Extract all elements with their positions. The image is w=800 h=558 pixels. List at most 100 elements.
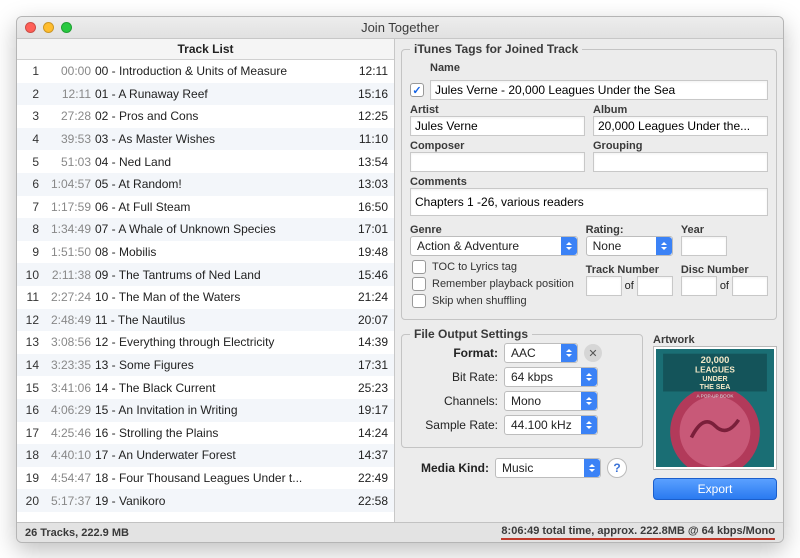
row-index: 17 bbox=[23, 426, 45, 440]
row-start: 4:25:46 bbox=[45, 426, 95, 440]
name-checkbox[interactable] bbox=[410, 83, 424, 97]
format-select[interactable]: AAC bbox=[504, 343, 578, 363]
table-row[interactable]: 102:11:3809 - The Tantrums of Ned Land15… bbox=[17, 263, 394, 286]
table-row[interactable]: 205:17:3719 - Vanikoro22:58 bbox=[17, 489, 394, 512]
tracklist-rows[interactable]: 100:0000 - Introduction & Units of Measu… bbox=[17, 60, 394, 522]
disctotal-field[interactable] bbox=[732, 276, 768, 296]
table-row[interactable]: 100:0000 - Introduction & Units of Measu… bbox=[17, 60, 394, 83]
tracknum-field[interactable] bbox=[586, 276, 622, 296]
chevron-updown-icon bbox=[561, 344, 577, 362]
row-start: 5:17:37 bbox=[45, 494, 95, 508]
clear-button[interactable]: ✕ bbox=[584, 344, 602, 362]
grouping-field[interactable] bbox=[593, 152, 768, 172]
table-row[interactable]: 551:0304 - Ned Land13:54 bbox=[17, 150, 394, 173]
table-row[interactable]: 133:08:5612 - Everything through Electri… bbox=[17, 331, 394, 354]
mediakind-select[interactable]: Music bbox=[495, 458, 601, 478]
close-icon[interactable] bbox=[25, 22, 36, 33]
remember-checkbox[interactable] bbox=[412, 277, 426, 291]
genre-value: Action & Adventure bbox=[411, 239, 561, 253]
row-start: 2:27:24 bbox=[45, 290, 95, 304]
row-index: 5 bbox=[23, 155, 45, 169]
zoom-icon[interactable] bbox=[61, 22, 72, 33]
rating-value: None bbox=[587, 239, 656, 253]
label-channels: Channels: bbox=[410, 394, 498, 408]
label-comments: Comments bbox=[410, 176, 768, 188]
channels-select[interactable]: Mono bbox=[504, 391, 598, 411]
table-row[interactable]: 327:2802 - Pros and Cons12:25 bbox=[17, 105, 394, 128]
row-duration: 17:01 bbox=[342, 222, 390, 236]
table-row[interactable]: 112:27:2410 - The Man of the Waters21:24 bbox=[17, 286, 394, 309]
name-field[interactable] bbox=[430, 80, 768, 100]
row-start: 1:51:50 bbox=[45, 245, 95, 259]
skip-checkbox[interactable] bbox=[412, 294, 426, 308]
table-row[interactable]: 212:1101 - A Runaway Reef15:16 bbox=[17, 83, 394, 106]
row-duration: 25:23 bbox=[342, 381, 390, 395]
row-duration: 20:07 bbox=[342, 313, 390, 327]
row-index: 11 bbox=[23, 290, 45, 304]
comments-field[interactable] bbox=[410, 188, 768, 216]
minimize-icon[interactable] bbox=[43, 22, 54, 33]
row-start: 4:54:47 bbox=[45, 471, 95, 485]
tracklist-panel: Track List 100:0000 - Introduction & Uni… bbox=[17, 39, 395, 522]
row-index: 16 bbox=[23, 403, 45, 417]
row-index: 14 bbox=[23, 358, 45, 372]
rating-select[interactable]: None bbox=[586, 236, 673, 256]
row-duration: 14:37 bbox=[342, 448, 390, 462]
row-name: 11 - The Nautilus bbox=[95, 313, 342, 327]
artwork-well[interactable]: 20,000 LEAGUES UNDER THE SEA A POP-UP BO… bbox=[653, 346, 777, 470]
help-button[interactable]: ? bbox=[607, 458, 627, 478]
label-format: Format: bbox=[410, 346, 498, 360]
table-row[interactable]: 61:04:5705 - At Random!13:03 bbox=[17, 173, 394, 196]
row-start: 1:04:57 bbox=[45, 177, 95, 191]
row-index: 6 bbox=[23, 177, 45, 191]
table-row[interactable]: 81:34:4907 - A Whale of Unknown Species1… bbox=[17, 218, 394, 241]
row-name: 13 - Some Figures bbox=[95, 358, 342, 372]
row-name: 04 - Ned Land bbox=[95, 155, 342, 169]
table-row[interactable]: 439:5303 - As Master Wishes11:10 bbox=[17, 128, 394, 151]
genre-select[interactable]: Action & Adventure bbox=[410, 236, 578, 256]
row-duration: 13:03 bbox=[342, 177, 390, 191]
table-row[interactable]: 184:40:1017 - An Underwater Forest14:37 bbox=[17, 444, 394, 467]
row-index: 12 bbox=[23, 313, 45, 327]
artist-field[interactable] bbox=[410, 116, 585, 136]
svg-text:THE SEA: THE SEA bbox=[700, 383, 731, 391]
row-duration: 15:46 bbox=[342, 268, 390, 282]
album-field[interactable] bbox=[593, 116, 768, 136]
row-name: 10 - The Man of the Waters bbox=[95, 290, 342, 304]
label-grouping: Grouping bbox=[593, 140, 768, 152]
bitrate-select[interactable]: 64 kbps bbox=[504, 367, 598, 387]
export-button[interactable]: Export bbox=[653, 478, 777, 500]
row-start: 2:11:38 bbox=[45, 268, 95, 282]
row-start: 3:41:06 bbox=[45, 381, 95, 395]
table-row[interactable]: 164:06:2915 - An Invitation in Writing19… bbox=[17, 399, 394, 422]
row-duration: 21:24 bbox=[342, 290, 390, 304]
table-row[interactable]: 91:51:5008 - Mobilis19:48 bbox=[17, 241, 394, 264]
table-row[interactable]: 153:41:0614 - The Black Current25:23 bbox=[17, 376, 394, 399]
discnum-field[interactable] bbox=[681, 276, 717, 296]
row-start: 00:00 bbox=[45, 64, 95, 78]
chevron-updown-icon bbox=[656, 237, 672, 255]
row-name: 15 - An Invitation in Writing bbox=[95, 403, 342, 417]
row-duration: 22:58 bbox=[342, 494, 390, 508]
table-row[interactable]: 174:25:4616 - Strolling the Plains14:24 bbox=[17, 422, 394, 445]
table-row[interactable]: 71:17:5906 - At Full Steam16:50 bbox=[17, 196, 394, 219]
row-start: 1:34:49 bbox=[45, 222, 95, 236]
row-duration: 11:10 bbox=[342, 132, 390, 146]
row-start: 39:53 bbox=[45, 132, 95, 146]
tracktotal-field[interactable] bbox=[637, 276, 673, 296]
chevron-updown-icon bbox=[581, 368, 597, 386]
composer-field[interactable] bbox=[410, 152, 585, 172]
label-toc: TOC to Lyrics tag bbox=[432, 261, 517, 273]
row-name: 16 - Strolling the Plains bbox=[95, 426, 342, 440]
toc-checkbox[interactable] bbox=[412, 260, 426, 274]
row-name: 05 - At Random! bbox=[95, 177, 342, 191]
table-row[interactable]: 122:48:4911 - The Nautilus20:07 bbox=[17, 309, 394, 332]
year-field[interactable] bbox=[681, 236, 727, 256]
samplerate-select[interactable]: 44.100 kHz bbox=[504, 415, 598, 435]
table-row[interactable]: 194:54:4718 - Four Thousand Leagues Unde… bbox=[17, 467, 394, 490]
bitrate-value: 64 kbps bbox=[505, 370, 581, 384]
tracklist-header: Track List bbox=[17, 39, 394, 60]
table-row[interactable]: 143:23:3513 - Some Figures17:31 bbox=[17, 354, 394, 377]
row-duration: 14:39 bbox=[342, 335, 390, 349]
row-start: 51:03 bbox=[45, 155, 95, 169]
